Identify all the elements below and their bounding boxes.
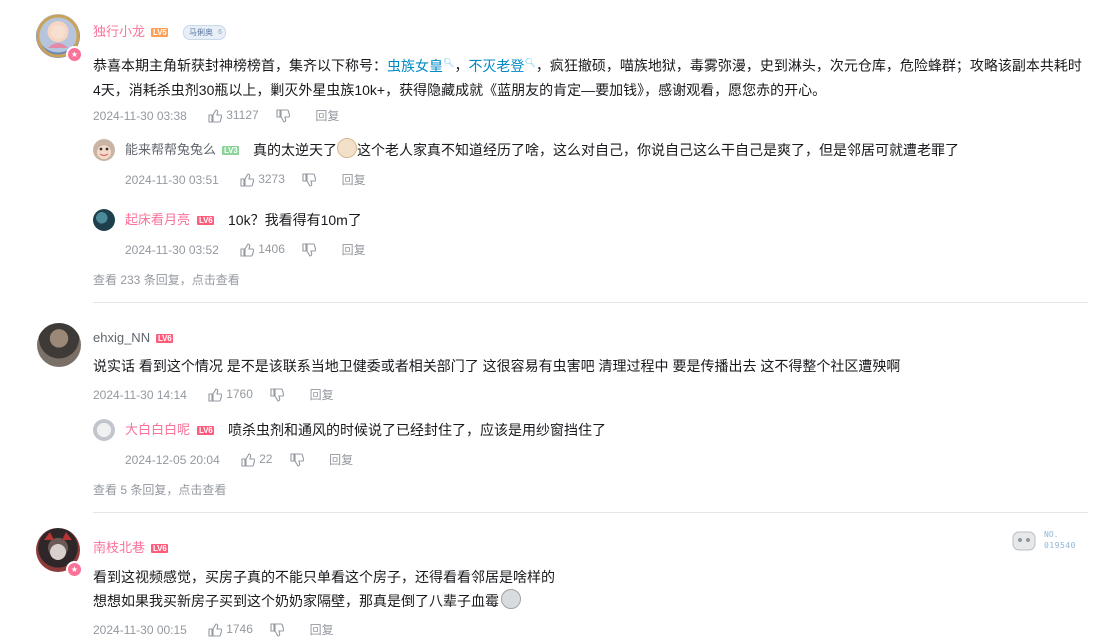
reply-button[interactable]: 回复 xyxy=(310,388,334,402)
emoji-sad-icon xyxy=(501,589,521,609)
dislike-button[interactable] xyxy=(276,108,294,123)
dislike-button[interactable] xyxy=(270,387,288,402)
content-text: ， xyxy=(454,57,469,74)
level-badge: LV6 xyxy=(197,426,215,435)
like-count: 1760 xyxy=(226,387,253,402)
like-icon xyxy=(241,453,256,467)
comment-meta: 2024-11-30 14:14 1760 回复 xyxy=(93,387,352,402)
search-keyword-icon: 🔍︎ xyxy=(524,57,536,67)
dislike-icon xyxy=(302,173,317,187)
reply-content: 10k？我看得有10m了 xyxy=(228,212,362,228)
reply-button[interactable]: 回复 xyxy=(342,243,366,257)
reply-username[interactable]: 能来帮帮兔兔么 xyxy=(125,142,216,158)
like-icon xyxy=(208,623,223,637)
like-button[interactable]: 1746 xyxy=(208,622,253,637)
like-button[interactable]: 1406 xyxy=(240,242,285,257)
timestamp: 2024-11-30 03:38 xyxy=(93,108,187,123)
username[interactable]: 南枝北巷 xyxy=(93,540,145,556)
like-count: 31127 xyxy=(226,108,259,123)
level-badge: LV3 xyxy=(222,146,240,155)
dislike-button[interactable] xyxy=(270,622,288,637)
avatar[interactable] xyxy=(93,209,115,231)
keyword-text[interactable]: 虫族女皇 xyxy=(387,58,443,74)
comment-content: 恭喜本期主角斩获封神榜榜首，集齐以下称号：虫族女皇🔍︎，不灭老登🔍︎，疯狂撤硕，… xyxy=(93,50,1088,102)
comment-meta: 2024-11-30 00:15 1746 回复 xyxy=(93,622,352,637)
content-text: 恭喜本期主角斩获封神榜榜首，集齐以下称号： xyxy=(93,57,387,74)
avatar-badge-icon: ★ xyxy=(66,46,83,63)
content-line: 想想如果我买新房子买到这个奶奶家隔壁，那真是倒了八辈子血霉 xyxy=(93,589,993,613)
reply-button[interactable]: 回复 xyxy=(342,173,366,187)
keyword-link[interactable]: 虫族女皇🔍︎ xyxy=(387,57,455,74)
dislike-button[interactable] xyxy=(302,242,320,257)
reply-meta: 2024-11-30 03:52 1406 回复 xyxy=(125,242,384,257)
keyword-link[interactable]: 不灭老登🔍︎ xyxy=(468,57,536,74)
like-button[interactable]: 22 xyxy=(241,452,272,467)
divider xyxy=(93,512,1088,513)
username[interactable]: ehxig_NN xyxy=(93,330,150,346)
like-icon xyxy=(208,109,223,123)
level-badge: LV6 xyxy=(197,216,215,225)
comment-section: ★ 独行小龙 LV5 马俐奥 恭喜本期主角斩获封神榜榜首，集齐以下称号：虫族女皇… xyxy=(0,0,1094,642)
reply-content: 真的太逆天了 这个老人家真不知道经历了啥，这么对自己，你说自己这么干自己是爽了，但… xyxy=(253,138,1083,162)
like-button[interactable]: 31127 xyxy=(208,108,259,123)
dislike-button[interactable] xyxy=(290,452,308,467)
like-count: 3273 xyxy=(258,172,285,187)
reply-button[interactable]: 回复 xyxy=(329,453,353,467)
avatar-badge-icon: ★ xyxy=(66,561,83,578)
view-more-replies[interactable]: 查看 233 条回复，点击查看 xyxy=(93,271,240,288)
timestamp: 2024-12-05 20:04 xyxy=(125,452,220,467)
level-badge: LV6 xyxy=(151,544,169,553)
content-text: 这个老人家真不知道经历了啥，这么对自己，你说自己这么干自己是爽了，但是邻居可就遭… xyxy=(357,142,959,158)
like-button[interactable]: 1760 xyxy=(208,387,253,402)
content-text: 真的太逆天了 xyxy=(253,142,337,158)
reply-meta: 2024-12-05 20:04 22 回复 xyxy=(125,452,371,467)
comment-content: 说实话 看到这个情况 是不是该联系当地卫健委或者相关部门了 这很容易有虫害吧 清… xyxy=(93,358,901,374)
fan-number-stamp: NO. 019540 xyxy=(1010,526,1090,556)
level-badge: LV5 xyxy=(151,28,169,37)
reply-meta: 2024-11-30 03:51 3273 回复 xyxy=(125,172,384,187)
mascot-icon xyxy=(1012,531,1036,551)
avatar[interactable] xyxy=(93,139,115,161)
dislike-icon xyxy=(270,388,285,402)
like-count: 22 xyxy=(259,452,273,467)
reply-content: 喷杀虫剂和通风的时候说了已经封住了，应该是用纱窗挡住了 xyxy=(228,422,606,438)
reply-username[interactable]: 起床看月亮 xyxy=(125,212,190,228)
timestamp: 2024-11-30 00:15 xyxy=(93,622,187,637)
like-count: 1406 xyxy=(258,242,285,257)
like-icon xyxy=(240,173,255,187)
timestamp: 2024-11-30 03:51 xyxy=(125,172,219,187)
dislike-icon xyxy=(276,109,291,123)
content-line: 看到这视频感觉，买房子真的不能只单看这个房子，还得看看邻居是啥样的 xyxy=(93,569,555,585)
fan-badge[interactable]: 马俐奥 xyxy=(183,25,226,40)
emoji-face-icon xyxy=(337,138,357,158)
avatar-face-icon xyxy=(99,147,109,156)
stamp-label: NO. xyxy=(1044,530,1059,539)
avatar[interactable] xyxy=(37,323,81,367)
level-badge: LV6 xyxy=(156,334,174,343)
reply-button[interactable]: 回复 xyxy=(315,109,339,123)
like-icon xyxy=(240,243,255,257)
dislike-icon xyxy=(302,243,317,257)
comment-item: ★ 独行小龙 LV5 马俐奥 恭喜本期主角斩获封神榜榜首，集齐以下称号：虫族女皇… xyxy=(0,0,1094,300)
search-keyword-icon: 🔍︎ xyxy=(443,57,455,67)
like-count: 1746 xyxy=(226,622,253,637)
content-text: 想想如果我买新房子买到这个奶奶家隔壁，那真是倒了八辈子血霉 xyxy=(93,593,499,609)
reply-button[interactable]: 回复 xyxy=(310,623,334,637)
view-more-replies[interactable]: 查看 5 条回复，点击查看 xyxy=(93,481,226,498)
comment-content: 看到这视频感觉，买房子真的不能只单看这个房子，还得看看邻居是啥样的 想想如果我买… xyxy=(93,565,993,613)
username[interactable]: 独行小龙 xyxy=(93,24,145,40)
dislike-button[interactable] xyxy=(302,172,320,187)
stamp-number: 019540 xyxy=(1044,541,1076,550)
timestamp: 2024-11-30 03:52 xyxy=(125,242,219,257)
timestamp: 2024-11-30 14:14 xyxy=(93,387,187,402)
divider xyxy=(93,302,1088,303)
dislike-icon xyxy=(290,453,304,467)
keyword-text[interactable]: 不灭老登 xyxy=(468,58,524,74)
reply-username[interactable]: 大白白白呢 xyxy=(125,422,190,438)
like-button[interactable]: 3273 xyxy=(240,172,285,187)
dislike-icon xyxy=(270,623,285,637)
like-icon xyxy=(208,388,223,402)
comment-meta: 2024-11-30 03:38 31127 回复 xyxy=(93,108,357,123)
avatar[interactable] xyxy=(93,419,115,441)
